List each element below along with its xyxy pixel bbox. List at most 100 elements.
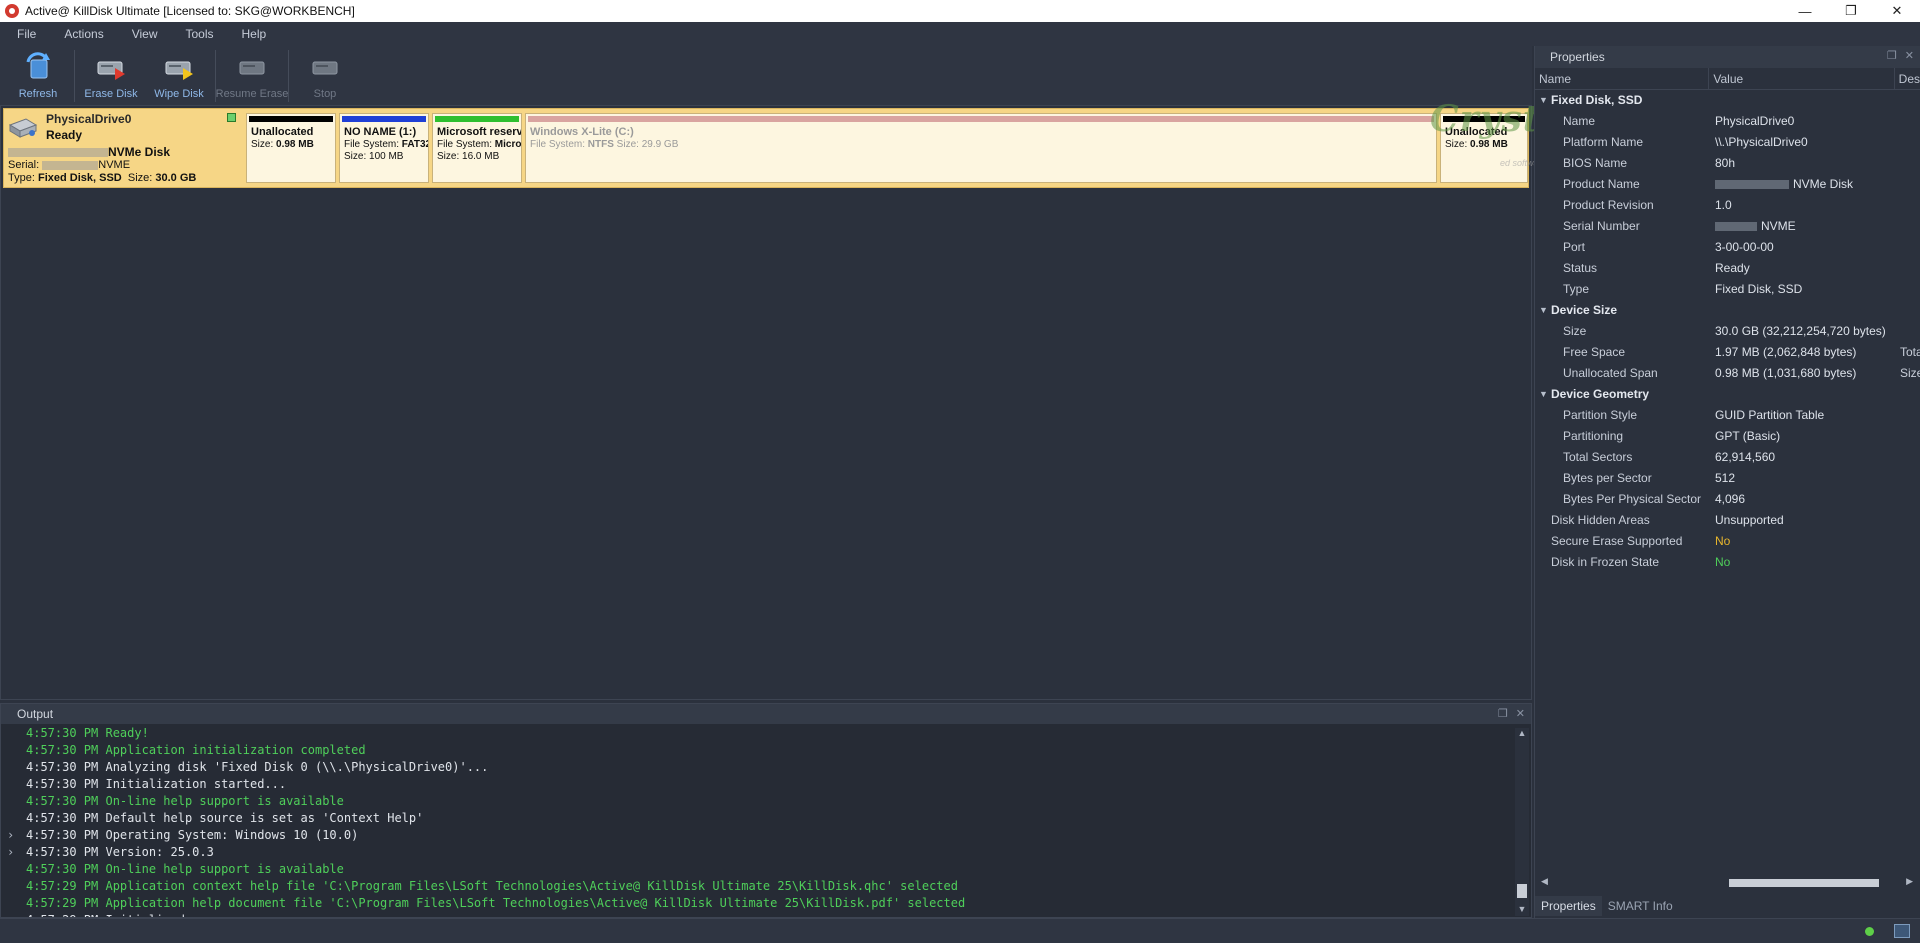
menu-help[interactable]: Help — [233, 27, 276, 41]
property-value-text: NVME — [1761, 219, 1796, 233]
column-description-header[interactable]: Des — [1895, 68, 1920, 90]
maximize-button[interactable]: ❐ — [1828, 0, 1874, 22]
status-indicator-icon — [1865, 927, 1874, 936]
scroll-right-icon[interactable]: ▶ — [1906, 876, 1913, 887]
expand-chevron-icon[interactable]: › — [7, 827, 14, 844]
close-button[interactable]: ✕ — [1874, 0, 1920, 22]
property-value: 62,914,560 — [1715, 447, 1775, 468]
property-row[interactable]: Port 3-00-00-00 — [1535, 237, 1920, 258]
property-row[interactable]: Disk in Frozen State No — [1535, 552, 1920, 573]
close-panel-icon[interactable]: ✕ — [1516, 707, 1525, 720]
menu-actions[interactable]: Actions — [55, 27, 112, 41]
partition-unallocated-1[interactable]: Unallocated Size: 0.98 MB — [246, 113, 336, 183]
property-row[interactable]: Status Ready — [1535, 258, 1920, 279]
float-panel-icon[interactable]: ❐ — [1887, 49, 1897, 62]
refresh-button[interactable]: Refresh — [4, 46, 72, 105]
partition-no-name[interactable]: NO NAME (1:) File System: FAT32 Size: 10… — [339, 113, 429, 183]
output-log: 4:57:30 PM Ready! 4:57:30 PM Application … — [1, 725, 1513, 917]
collapse-chevron-icon[interactable]: ▼ — [1539, 300, 1548, 321]
property-value: No — [1715, 534, 1731, 548]
collapse-chevron-icon[interactable]: ▼ — [1539, 90, 1548, 111]
property-group[interactable]: ▼ Fixed Disk, SSD — [1535, 90, 1920, 111]
partition-unallocated-2[interactable]: Unallocated Size: 0.98 MB — [1440, 113, 1528, 183]
properties-hscrollbar[interactable]: ◀ ▶ — [1539, 876, 1915, 890]
minimize-button[interactable]: — — [1782, 0, 1828, 22]
output-panel-controls: ❐ ✕ — [1498, 707, 1525, 720]
partition-windows-c[interactable]: Windows X-Lite (C:) File System: NTFS Si… — [525, 113, 1437, 183]
property-value: 1.0 — [1715, 195, 1732, 216]
property-row[interactable]: Partition Style GUID Partition Table — [1535, 405, 1920, 426]
erase-disk-button[interactable]: Erase Disk — [77, 46, 145, 105]
property-value: Fixed Disk, SSD — [1715, 279, 1802, 300]
property-row[interactable]: Free Space 1.97 MB (2,062,848 bytes) Tota — [1535, 342, 1920, 363]
disk-select-checkbox[interactable] — [227, 113, 236, 122]
partition-microsoft-reserved[interactable]: Microsoft reserved File System: Microsc … — [432, 113, 522, 183]
size-label: Size: — [127, 172, 153, 184]
partition-name: Unallocated — [251, 126, 314, 138]
property-row[interactable]: Product Name NVMe Disk — [1535, 174, 1920, 195]
partition-name: Windows X-Lite (C:) — [530, 126, 634, 138]
property-name: Size — [1563, 324, 1587, 338]
partition-detail-label: File System: — [437, 139, 495, 150]
partition-detail: File System: FAT32 — [344, 139, 428, 150]
wipe-disk-button[interactable]: Wipe Disk — [145, 46, 213, 105]
property-row[interactable]: Platform Name \\.\PhysicalDrive0 — [1535, 132, 1920, 153]
tab-smart-info[interactable]: SMART Info — [1602, 896, 1679, 916]
property-row[interactable]: Unallocated Span 0.98 MB (1,031,680 bytes… — [1535, 363, 1920, 384]
output-panel: Output ❐ ✕ 4:57:30 PM Ready! 4:57:30 PM A… — [0, 703, 1532, 918]
column-name-header[interactable]: Name — [1535, 67, 1710, 90]
column-value-header[interactable]: Value — [1709, 67, 1895, 90]
scrollbar-thumb[interactable] — [1729, 879, 1879, 887]
disk-row-physicaldrive0[interactable]: PhysicalDrive0 Ready NVMe Disk Serial: N… — [3, 108, 1529, 188]
property-group[interactable]: ▼ Device Geometry — [1535, 384, 1920, 405]
partition-detail-label: File System: — [530, 139, 588, 150]
property-value: No — [1715, 555, 1731, 569]
log-line: 4:57:30 PM Application initialization co… — [1, 742, 1513, 759]
property-row[interactable]: Partitioning GPT (Basic) — [1535, 426, 1920, 447]
property-value-text: 512 — [1715, 471, 1736, 485]
output-scrollbar[interactable]: ▲ ▼ — [1515, 728, 1529, 916]
scroll-up-icon[interactable]: ▲ — [1515, 728, 1529, 740]
property-row[interactable]: BIOS Name 80h — [1535, 153, 1920, 174]
property-row[interactable]: Size 30.0 GB (32,212,254,720 bytes) — [1535, 321, 1920, 342]
properties-column-headers: Name Value Des — [1535, 67, 1920, 90]
scroll-left-icon[interactable]: ◀ — [1541, 876, 1548, 887]
property-group-title: Device Size — [1551, 303, 1618, 317]
resume-erase-label: Resume Erase — [215, 88, 289, 100]
property-row[interactable]: Serial Number NVME — [1535, 216, 1920, 237]
property-value: 3-00-00-00 — [1715, 237, 1774, 258]
property-row[interactable]: Disk Hidden Areas Unsupported — [1535, 510, 1920, 531]
log-line: 4:57:29 PM Initialized — [1, 912, 1513, 917]
property-row[interactable]: Secure Erase Supported No — [1535, 531, 1920, 552]
float-panel-icon[interactable]: ❐ — [1498, 707, 1508, 720]
stop-label: Stop — [313, 88, 337, 100]
scrollbar-thumb[interactable] — [1517, 884, 1527, 898]
menu-file[interactable]: File — [8, 27, 45, 41]
property-row[interactable]: Bytes per Sector 512 — [1535, 468, 1920, 489]
property-row[interactable]: Product Revision 1.0 — [1535, 195, 1920, 216]
menu-tools[interactable]: Tools — [177, 27, 223, 41]
property-name: Disk Hidden Areas — [1551, 513, 1650, 527]
property-row[interactable]: Bytes Per Physical Sector 4,096 — [1535, 489, 1920, 510]
expand-chevron-icon[interactable]: › — [7, 844, 14, 861]
collapse-chevron-icon[interactable]: ▼ — [1539, 384, 1548, 405]
log-text: 4:57:30 PM Initialization started... — [26, 777, 287, 791]
wipe-disk-label: Wipe Disk — [154, 88, 204, 100]
close-panel-icon[interactable]: ✕ — [1905, 49, 1914, 62]
property-row[interactable]: Name PhysicalDrive0 — [1535, 111, 1920, 132]
drive-product: NVMe Disk — [8, 145, 170, 159]
toolbar: Refresh Erase Disk Wipe Disk Resume Eras… — [0, 46, 1532, 105]
monitor-icon[interactable] — [1894, 924, 1910, 938]
scroll-down-icon[interactable]: ▼ — [1515, 904, 1529, 916]
property-group-title: Fixed Disk, SSD — [1551, 93, 1643, 107]
property-group[interactable]: ▼ Device Size — [1535, 300, 1920, 321]
menu-view[interactable]: View — [123, 27, 167, 41]
log-line: 4:57:30 PM Default help source is set as… — [1, 810, 1513, 827]
log-text: 4:57:30 PM Operating System: Windows 10 … — [26, 828, 359, 842]
resume-erase-button[interactable]: Resume Erase — [215, 46, 289, 105]
serial-label: Serial: — [8, 159, 40, 171]
property-row[interactable]: Type Fixed Disk, SSD — [1535, 279, 1920, 300]
property-row[interactable]: Total Sectors 62,914,560 — [1535, 447, 1920, 468]
tab-properties[interactable]: Properties — [1535, 896, 1602, 916]
stop-button[interactable]: Stop — [291, 46, 359, 105]
